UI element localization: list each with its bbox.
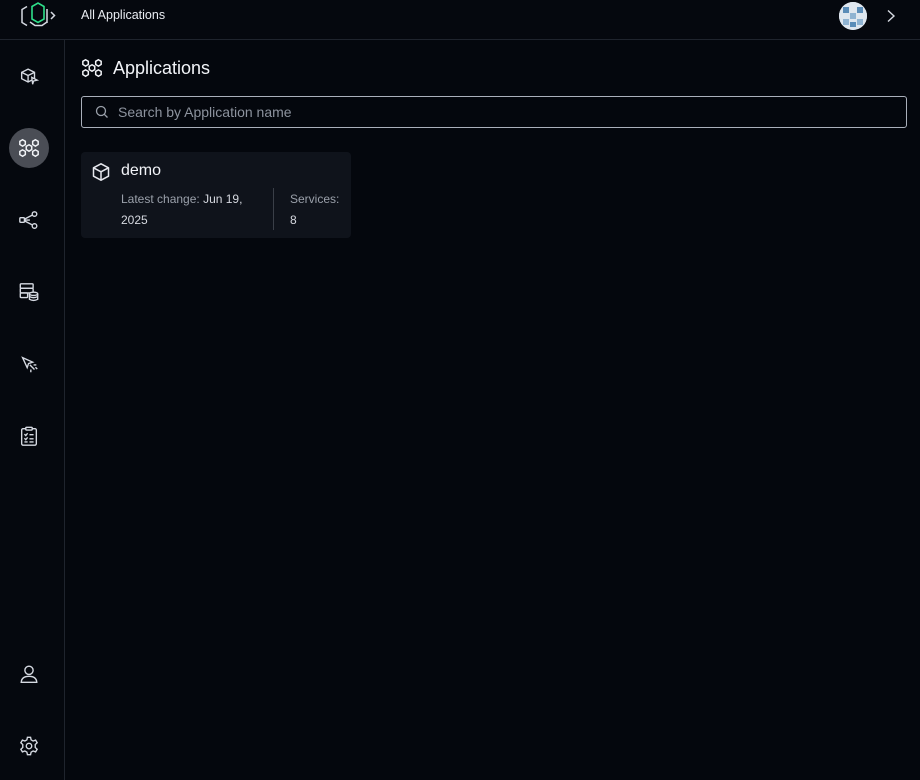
sidebar-item-settings[interactable] [9,726,49,766]
search-icon [95,105,108,118]
breadcrumb[interactable]: All Applications [81,8,165,22]
database-stack-icon [19,283,39,302]
sidebar-item-deployments[interactable] [9,56,49,96]
sidebar-item-data-sources[interactable] [9,272,49,312]
share-nodes-icon [19,211,38,229]
page-header: Applications [81,56,210,80]
avatar[interactable] [839,2,867,30]
sidebar [0,40,65,780]
latest-change-label: Latest change: [121,192,200,206]
services-value: 8 [290,213,297,227]
applications-grid-icon [19,138,39,158]
card-divider [273,188,274,230]
services-label: Services: [290,192,340,206]
search-box[interactable] [81,96,907,128]
cube-icon [92,163,110,181]
pointer-click-icon [21,356,38,373]
page-title: Applications [113,57,211,78]
search-input[interactable] [118,97,906,127]
deploy-box-icon [20,68,40,85]
user-icon [20,665,38,683]
avatar-pattern-icon [839,2,867,30]
main-content: Applications demo Latest change: Jun 19,… [65,40,920,780]
application-name: demo [121,162,162,179]
sidebar-item-checklists[interactable] [9,416,49,456]
applications-grid-icon [82,58,102,78]
sidebar-item-profile[interactable] [9,654,49,694]
chevron-right-icon[interactable] [884,8,898,24]
sidebar-item-actions[interactable] [9,344,49,384]
services-count: Services: 8 [290,189,339,231]
latest-change: Latest change: Jun 19, 2025 [121,189,261,231]
top-bar: All Applications [0,0,920,40]
sidebar-item-applications[interactable] [9,128,49,168]
sidebar-item-topology[interactable] [9,200,49,240]
brand-logo-icon[interactable] [16,2,58,30]
application-card-demo[interactable]: demo Latest change: Jun 19, 2025 Service… [81,152,351,238]
clipboard-checklist-icon [20,426,38,446]
gear-icon [19,736,39,756]
